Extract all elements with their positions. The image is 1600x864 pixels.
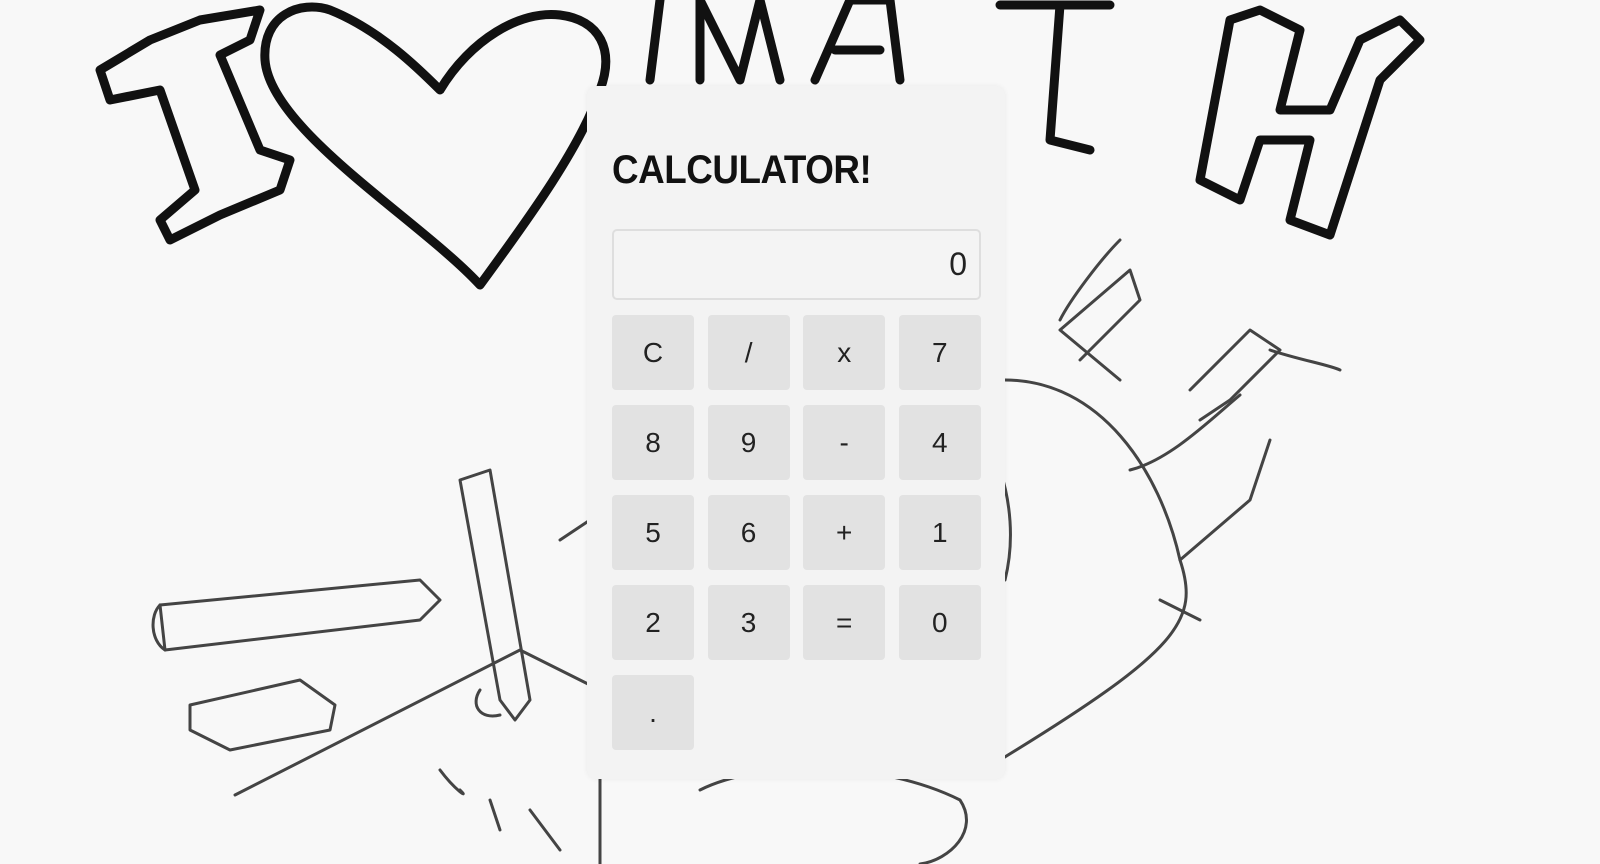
key-subtract-button[interactable]: - — [803, 405, 886, 480]
key-add-button[interactable]: + — [803, 495, 886, 570]
key-7-button[interactable]: 7 — [898, 315, 981, 390]
key-2-button[interactable]: 2 — [612, 585, 694, 660]
key-6-button[interactable]: 6 — [707, 495, 790, 570]
key-3-button[interactable]: 3 — [707, 585, 790, 660]
calculator-title: CALCULATOR! — [612, 148, 872, 192]
key-divide-button[interactable]: / — [707, 315, 790, 390]
key-8-button[interactable]: 8 — [612, 405, 694, 480]
key-clear-button[interactable]: C — [612, 315, 694, 390]
key-9-button[interactable]: 9 — [707, 405, 790, 480]
key-equals-button[interactable]: = — [803, 585, 886, 660]
calculator-panel: CALCULATOR! C / x 7 8 9 - 4 5 6 + 1 2 3 … — [587, 86, 1005, 779]
keypad: C / x 7 8 9 - 4 5 6 + 1 2 3 = 0 . — [612, 315, 981, 750]
key-decimal-button[interactable]: . — [612, 675, 694, 750]
key-0-button[interactable]: 0 — [898, 585, 981, 660]
key-1-button[interactable]: 1 — [898, 495, 981, 570]
key-5-button[interactable]: 5 — [612, 495, 694, 570]
calculator-display[interactable] — [612, 229, 981, 300]
key-4-button[interactable]: 4 — [898, 405, 981, 480]
key-multiply-button[interactable]: x — [803, 315, 886, 390]
